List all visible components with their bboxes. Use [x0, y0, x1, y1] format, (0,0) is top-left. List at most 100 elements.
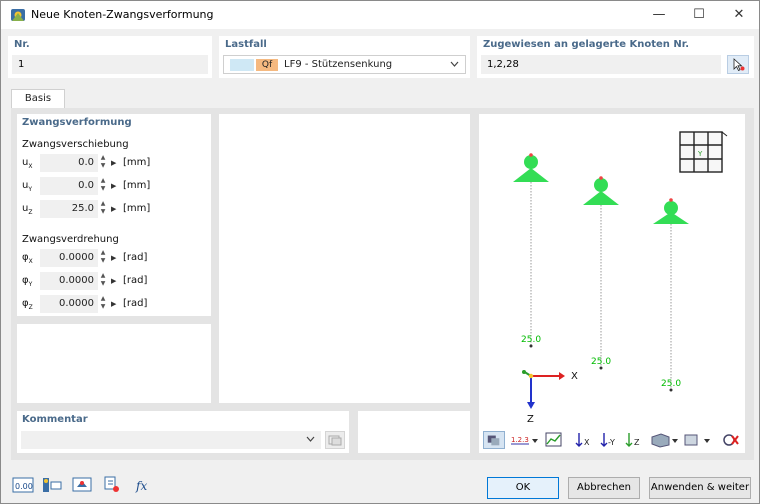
empty-panel-bottom — [358, 411, 470, 453]
phix-spinner[interactable]: ▲ ▼ — [99, 249, 107, 267]
uz-input[interactable]: 25.0 — [40, 200, 98, 218]
load-label-3: 25.0 — [661, 379, 681, 389]
axis-ux-sub: X — [28, 163, 33, 170]
svg-text:Y: Y — [697, 150, 703, 158]
numbering-icon[interactable]: 1.2.3 — [509, 431, 539, 449]
formula-icon-text: f𝑥 — [135, 479, 147, 493]
tab-basis[interactable]: Basis — [11, 89, 65, 109]
uz-spinner[interactable]: ▲ ▼ — [99, 200, 107, 218]
pick-nodes-button[interactable] — [727, 55, 749, 74]
view-y-icon[interactable]: -Y — [598, 431, 620, 449]
phiz-spinner[interactable]: ▲ ▼ — [99, 295, 107, 313]
maximize-button[interactable]: ☐ — [679, 1, 719, 29]
view-z-icon[interactable]: Z — [623, 431, 645, 449]
kommentar-panel: Kommentar — [17, 411, 349, 453]
lastfall-select[interactable]: Qf LF9 - Stützensenkung — [223, 55, 466, 74]
nr-label: Nr. — [14, 39, 30, 50]
view-x-icon[interactable]: X — [573, 431, 595, 449]
reset-view-icon[interactable] — [719, 431, 741, 449]
comment-library-icon — [328, 435, 342, 446]
chevron-down-icon[interactable] — [450, 61, 459, 68]
preview-canvas: Y 25.0 25.0 25.0 X Z — [513, 131, 728, 424]
view-cube-icon[interactable]: Y — [679, 131, 728, 173]
support-node-1[interactable] — [513, 153, 549, 346]
formula-icon[interactable]: f𝑥 — [133, 475, 155, 495]
lastfall-panel: Lastfall Qf LF9 - Stützensenkung — [219, 36, 470, 78]
support-node-28[interactable] — [653, 198, 689, 390]
chart-view-icon[interactable] — [543, 431, 565, 449]
axis-phiy-sub: Y — [28, 281, 33, 288]
preview-panel: Y 25.0 25.0 25.0 X Z 1.2.3 X -Y Z — [479, 114, 745, 453]
phiz-input[interactable]: 0.0000 — [40, 295, 98, 313]
app-icon — [11, 9, 25, 21]
render-mode-icon[interactable] — [681, 431, 711, 449]
lastfall-label: Lastfall — [225, 39, 267, 50]
ux-unit: [mm] — [123, 157, 151, 168]
close-button[interactable]: ✕ — [719, 1, 759, 29]
nr-panel: Nr. 1 — [8, 36, 212, 78]
support-node-2[interactable] — [583, 176, 619, 368]
ux-input[interactable]: 0.0 — [40, 154, 98, 172]
zwangsverformung-title: Zwangsverformung — [22, 117, 132, 128]
loadcase-type-badge: Qf — [256, 59, 278, 71]
nr-field[interactable]: 1 — [12, 55, 208, 74]
load-label-1: 25.0 — [521, 335, 541, 345]
units-icon-text: 0.00 — [15, 482, 33, 491]
units-icon[interactable]: 0.00 — [12, 475, 34, 495]
zwangsverdrehung-title: Zwangsverdrehung — [22, 234, 119, 245]
phiy-arrow-icon[interactable]: ▶ — [111, 277, 116, 285]
apply-next-button[interactable]: Anwenden & weiter — [649, 477, 751, 499]
title-bar: Neue Knoten-Zwangsverformung — ☐ ✕ — [1, 1, 759, 29]
view-icon[interactable] — [71, 475, 93, 495]
axis-phix-sub: X — [28, 258, 33, 265]
zwangsverformung-panel: Zwangsverformung Zwangsverschiebung Zwan… — [17, 114, 211, 316]
svg-text:Z: Z — [634, 438, 640, 447]
axis-z-label: Z — [527, 414, 534, 424]
node-table-icon[interactable] — [41, 475, 63, 495]
svg-text:X: X — [584, 438, 590, 447]
lastfall-value: LF9 - Stützensenkung — [284, 59, 393, 70]
assigned-value: 1,2,28 — [487, 59, 519, 70]
ux-arrow-icon[interactable]: ▶ — [111, 159, 116, 167]
cancel-button[interactable]: Abbrechen — [568, 477, 640, 499]
loadcase-color-swatch — [230, 59, 254, 71]
iso-view-icon[interactable] — [649, 431, 679, 449]
empty-panel-left — [17, 324, 211, 403]
axis-phiz-sub: Z — [28, 304, 33, 311]
phiy-spinner[interactable]: ▲ ▼ — [99, 272, 107, 290]
phix-arrow-icon[interactable]: ▶ — [111, 254, 116, 262]
ok-button[interactable]: OK — [487, 477, 559, 499]
minimize-button[interactable]: — — [639, 1, 679, 29]
phiz-unit: [rad] — [123, 298, 148, 309]
uy-input[interactable]: 0.0 — [40, 177, 98, 195]
uy-arrow-icon[interactable]: ▶ — [111, 182, 116, 190]
dialog-window: Neue Knoten-Zwangsverformung — ☐ ✕ Nr. 1… — [0, 0, 760, 504]
preview-toolbar: 1.2.3 X -Y Z — [481, 430, 741, 450]
chevron-down-icon[interactable] — [306, 436, 315, 443]
window-title: Neue Knoten-Zwangsverformung — [31, 8, 214, 21]
display-mode-icon[interactable] — [483, 431, 505, 449]
uy-unit: [mm] — [123, 180, 151, 191]
uz-arrow-icon[interactable]: ▶ — [111, 205, 116, 213]
pick-cursor-icon — [733, 58, 745, 72]
phiy-input[interactable]: 0.0000 — [40, 272, 98, 290]
support-icon[interactable] — [101, 475, 123, 495]
kommentar-input[interactable] — [21, 431, 321, 449]
phiz-arrow-icon[interactable]: ▶ — [111, 300, 116, 308]
axis-phix-symbol: φ — [22, 252, 29, 263]
assigned-nodes-field[interactable]: 1,2,28 — [481, 55, 721, 74]
axis-uz-sub: Z — [28, 209, 33, 216]
uy-spinner[interactable]: ▲ ▼ — [99, 177, 107, 195]
axis-x-label: X — [571, 371, 578, 382]
zwangsverschiebung-title: Zwangsverschiebung — [22, 139, 129, 150]
assigned-label: Zugewiesen an gelagerte Knoten Nr. — [483, 39, 690, 50]
comment-library-button[interactable] — [325, 431, 345, 449]
axis-phiy-symbol: φ — [22, 275, 29, 286]
ux-spinner[interactable]: ▲ ▼ — [99, 154, 107, 172]
nr-value: 1 — [18, 59, 25, 70]
kommentar-label: Kommentar — [22, 414, 88, 425]
phiy-unit: [rad] — [123, 275, 148, 286]
phix-input[interactable]: 0.0000 — [40, 249, 98, 267]
coordinate-axes-icon — [522, 370, 565, 409]
axis-phiz-symbol: φ — [22, 298, 29, 309]
